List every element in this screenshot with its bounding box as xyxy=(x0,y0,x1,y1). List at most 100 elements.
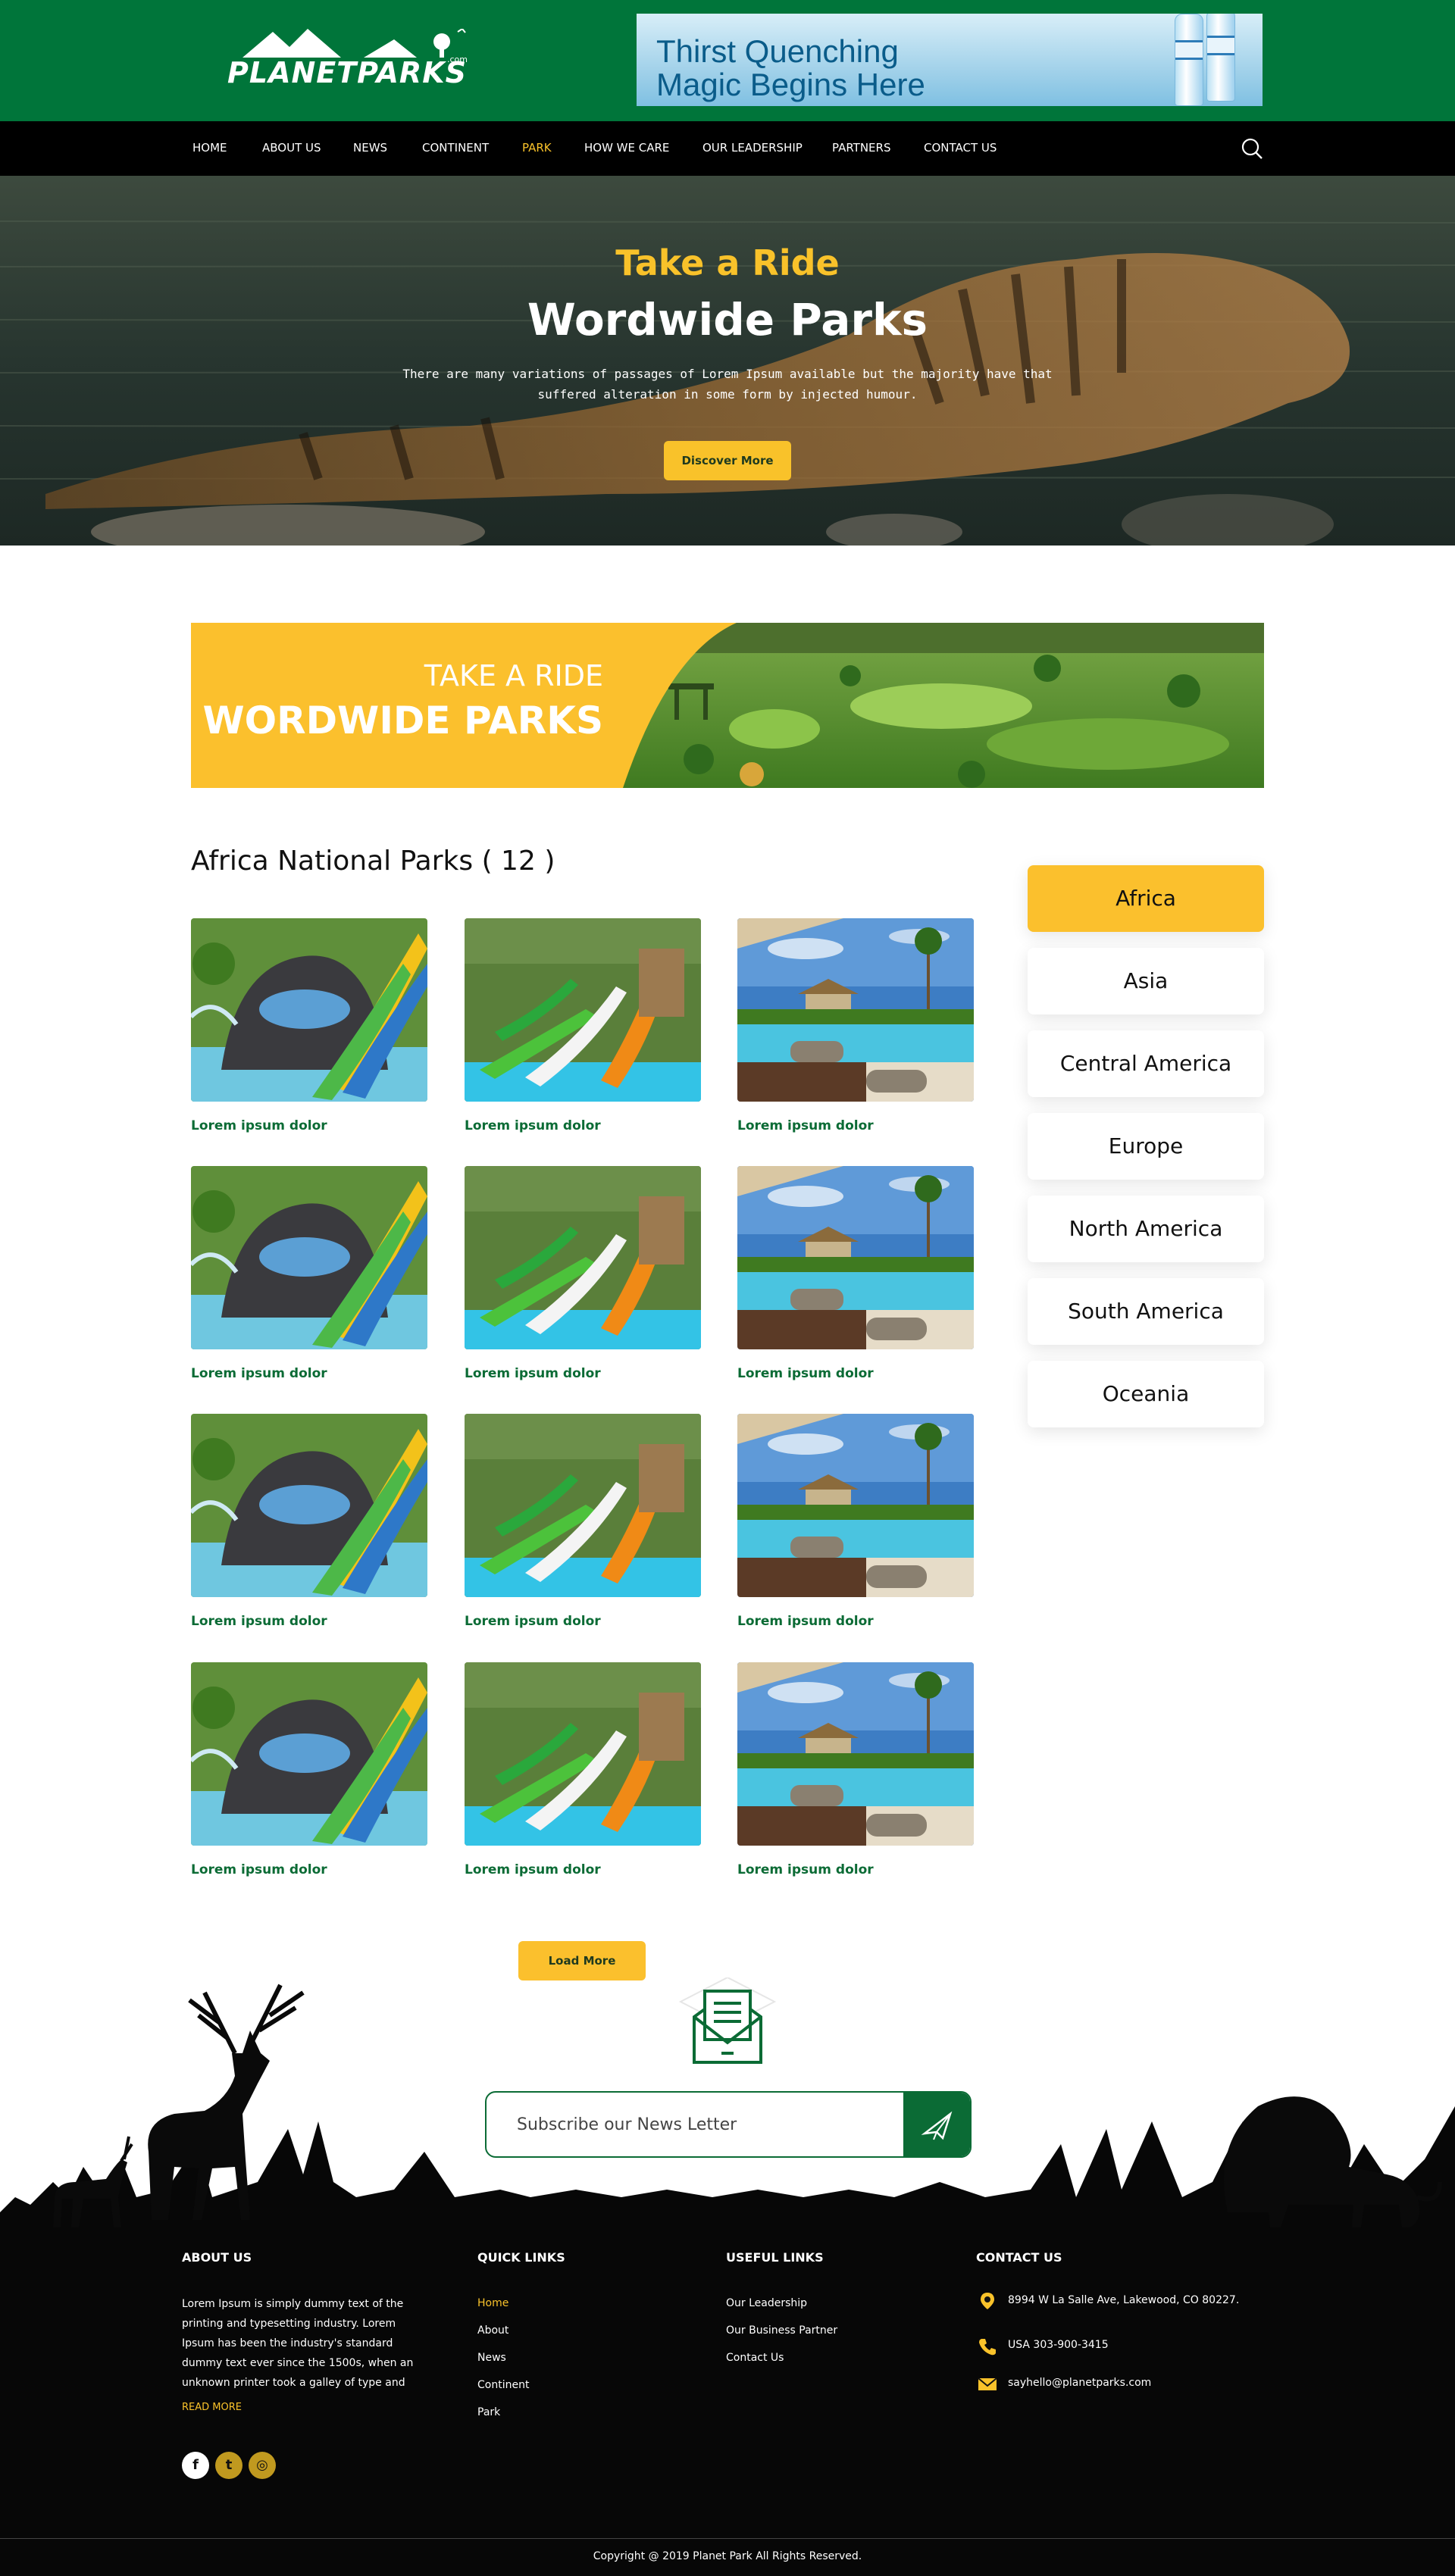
park-thumbnail[interactable] xyxy=(465,1166,701,1349)
nav-how-we-care[interactable]: HOW WE CARE xyxy=(584,141,669,155)
park-thumbnail[interactable] xyxy=(191,1662,427,1846)
continent-asia[interactable]: Asia xyxy=(1028,948,1264,1014)
footer-link-our-leadership[interactable]: Our Leadership xyxy=(726,2297,807,2309)
park-thumbnail[interactable] xyxy=(191,1166,427,1349)
park-thumbnail[interactable] xyxy=(191,918,427,1102)
section-title: Africa National Parks ( 12 ) xyxy=(191,846,555,877)
banner-subtitle: TAKE A RIDE xyxy=(424,659,603,692)
park-caption[interactable]: Lorem ipsum dolor xyxy=(191,1614,427,1629)
park-caption[interactable]: Lorem ipsum dolor xyxy=(191,1118,427,1133)
promo-banner[interactable]: TAKE A RIDE WORDWIDE PARKS xyxy=(191,623,1264,788)
hero-section: Take a Ride Wordwide Parks There are man… xyxy=(0,176,1455,546)
park-card[interactable]: Lorem ipsum dolor xyxy=(737,1166,974,1381)
nav-about-us[interactable]: ABOUT US xyxy=(262,141,321,155)
park-card[interactable]: Lorem ipsum dolor xyxy=(465,1166,701,1381)
hero-description: There are many variations of passages of… xyxy=(402,367,1053,402)
footer-about-heading: ABOUT US xyxy=(182,2250,252,2265)
continent-north-america[interactable]: North America xyxy=(1028,1196,1264,1262)
instagram-icon[interactable]: ◎ xyxy=(249,2452,276,2479)
footer-divider xyxy=(0,2538,1455,2539)
park-card[interactable]: Lorem ipsum dolor xyxy=(737,918,974,1133)
footer-useful-links-heading: USEFUL LINKS xyxy=(726,2250,824,2265)
park-caption[interactable]: Lorem ipsum dolor xyxy=(465,1366,701,1381)
footer-contact-heading: CONTACT US xyxy=(976,2250,1062,2265)
footer-link-business-partner[interactable]: Our Business Partner xyxy=(726,2324,837,2337)
park-thumbnail[interactable] xyxy=(737,918,974,1102)
footer-link-contact-us[interactable]: Contact Us xyxy=(726,2352,784,2364)
contact-address: 8994 W La Salle Ave, Lakewood, CO 80227. xyxy=(1008,2294,1240,2306)
park-caption[interactable]: Lorem ipsum dolor xyxy=(737,1118,974,1133)
park-card[interactable]: Lorem ipsum dolor xyxy=(737,1662,974,1877)
park-card[interactable]: Lorem ipsum dolor xyxy=(465,1662,701,1877)
park-card[interactable]: Lorem ipsum dolor xyxy=(191,1662,427,1877)
read-more-link[interactable]: READ MORE xyxy=(182,2402,242,2413)
park-thumbnail[interactable] xyxy=(191,1414,427,1597)
park-caption[interactable]: Lorem ipsum dolor xyxy=(465,1614,701,1629)
newsletter-form xyxy=(485,2091,972,2158)
footer-link-park[interactable]: Park xyxy=(477,2406,500,2418)
mail-icon xyxy=(978,2377,997,2390)
park-thumbnail[interactable] xyxy=(465,918,701,1102)
footer-link-news[interactable]: News xyxy=(477,2352,506,2364)
nav-park[interactable]: PARK xyxy=(522,141,552,155)
nav-news[interactable]: NEWS xyxy=(353,141,387,155)
footer-link-continent[interactable]: Continent xyxy=(477,2379,529,2391)
park-card[interactable]: Lorem ipsum dolor xyxy=(737,1414,974,1629)
park-card[interactable]: Lorem ipsum dolor xyxy=(191,918,427,1133)
park-caption[interactable]: Lorem ipsum dolor xyxy=(191,1862,427,1877)
twitter-icon[interactable]: t xyxy=(215,2452,242,2479)
park-caption[interactable]: Lorem ipsum dolor xyxy=(737,1862,974,1877)
continent-africa[interactable]: Africa xyxy=(1028,865,1264,932)
facebook-icon[interactable]: f xyxy=(182,2452,209,2479)
hero-title: Wordwide Parks xyxy=(527,294,928,345)
park-thumbnail[interactable] xyxy=(465,1662,701,1846)
phone-icon xyxy=(979,2339,996,2356)
site-logo[interactable]: PLANETPARKS .com xyxy=(227,29,474,91)
park-caption[interactable]: Lorem ipsum dolor xyxy=(737,1366,974,1381)
water-bottle-image xyxy=(1175,14,1203,106)
main-navigation: HOME ABOUT US NEWS CONTINENT PARK HOW WE… xyxy=(0,121,1455,176)
contact-email[interactable]: sayhello@planetparks.com xyxy=(1008,2377,1151,2389)
hero-subtitle: Take a Ride xyxy=(615,242,840,283)
footer-about-text: Lorem Ipsum is simply dummy text of the … xyxy=(182,2298,414,2389)
park-card[interactable]: Lorem ipsum dolor xyxy=(465,1414,701,1629)
banner-title: WORDWIDE PARKS xyxy=(202,699,604,742)
continent-central-america[interactable]: Central America xyxy=(1028,1030,1264,1097)
continent-south-america[interactable]: South America xyxy=(1028,1278,1264,1345)
logo-suffix: .com xyxy=(447,55,468,64)
park-card[interactable]: Lorem ipsum dolor xyxy=(191,1414,427,1629)
ad-headline-1: Thirst Quenching xyxy=(656,33,899,69)
park-caption[interactable]: Lorem ipsum dolor xyxy=(465,1862,701,1877)
top-header: PLANETPARKS .com Thirst Quenching Magic … xyxy=(0,0,1455,121)
nav-our-leadership[interactable]: OUR LEADERSHIP xyxy=(702,141,803,155)
discover-more-button[interactable]: Discover More xyxy=(664,441,791,480)
newsletter-submit-button[interactable] xyxy=(903,2093,970,2156)
park-card[interactable]: Lorem ipsum dolor xyxy=(191,1166,427,1381)
nav-home[interactable]: HOME xyxy=(192,141,227,155)
continent-europe[interactable]: Europe xyxy=(1028,1113,1264,1180)
park-caption[interactable]: Lorem ipsum dolor xyxy=(465,1118,701,1133)
park-thumbnail[interactable] xyxy=(737,1662,974,1846)
park-caption[interactable]: Lorem ipsum dolor xyxy=(191,1366,427,1381)
park-thumbnail[interactable] xyxy=(737,1166,974,1349)
envelope-icon xyxy=(678,1977,777,2064)
footer-link-about[interactable]: About xyxy=(477,2324,508,2337)
park-thumbnail[interactable] xyxy=(737,1414,974,1597)
park-caption[interactable]: Lorem ipsum dolor xyxy=(737,1614,974,1629)
footer-quick-links-heading: QUICK LINKS xyxy=(477,2250,565,2265)
search-icon[interactable] xyxy=(1240,136,1264,161)
ad-headline-2: Magic Begins Here xyxy=(656,67,925,102)
logo-text: PLANETPARKS xyxy=(227,56,468,89)
load-more-button[interactable]: Load More xyxy=(518,1941,646,1980)
contact-phone[interactable]: USA 303-900-3415 xyxy=(1008,2339,1109,2351)
nav-contact-us[interactable]: CONTACT US xyxy=(924,141,997,155)
park-card[interactable]: Lorem ipsum dolor xyxy=(465,918,701,1133)
newsletter-email-input[interactable] xyxy=(487,2093,903,2156)
nav-partners[interactable]: PARTNERS xyxy=(832,141,890,155)
footer-link-home[interactable]: Home xyxy=(477,2297,508,2309)
mountain-logo-icon xyxy=(242,29,466,58)
advertisement-banner[interactable]: Thirst Quenching Magic Begins Here xyxy=(637,14,1263,106)
continent-oceania[interactable]: Oceania xyxy=(1028,1361,1264,1427)
nav-continent[interactable]: CONTINENT xyxy=(422,141,489,155)
park-thumbnail[interactable] xyxy=(465,1414,701,1597)
